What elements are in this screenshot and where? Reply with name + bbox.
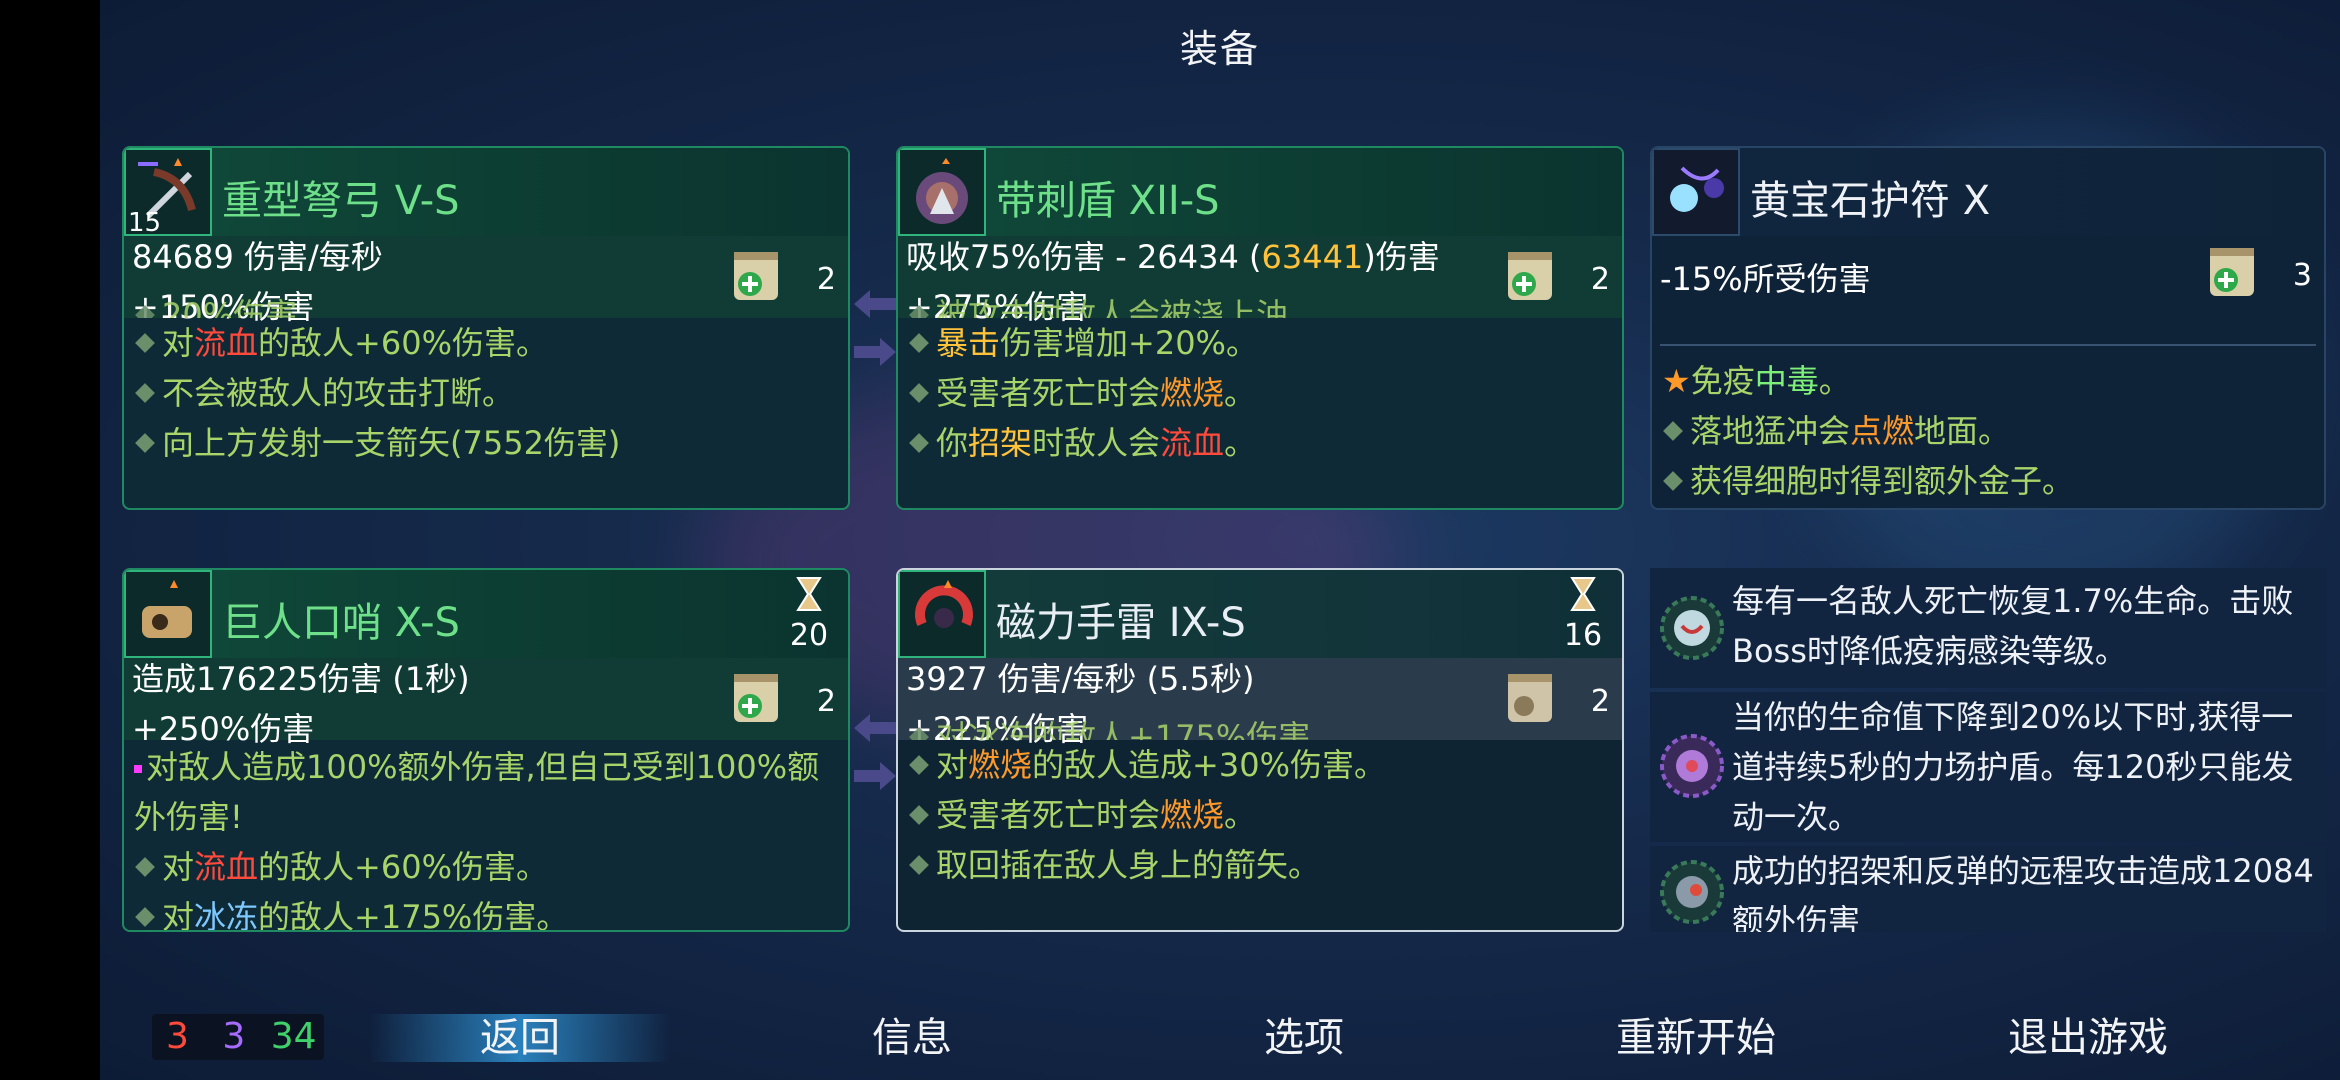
divider <box>1660 344 2316 346</box>
item-name: 巨人口哨 X-S <box>222 600 460 646</box>
bottom-bar: 3 3 34 返回 信息 选项 重新开始 退出游戏 <box>100 1000 2340 1080</box>
options-button[interactable]: 选项 <box>1154 1014 1454 1062</box>
effect-line: 取回插在敌人身上的箭矢。 <box>908 840 1618 890</box>
item-name: 黄宝石护符 X <box>1750 178 1991 224</box>
item-name: 磁力手雷 IX-S <box>996 600 1246 646</box>
brutality-count: 3 <box>166 1016 189 1057</box>
back-button[interactable]: 返回 <box>370 1014 670 1062</box>
scroll-of-power-icon <box>734 674 778 722</box>
item-name: 重型弩弓 V-S <box>222 178 460 224</box>
item-armor-stat: -15%所受伤害 <box>1660 260 1871 298</box>
mutation-counterattack-icon <box>1660 860 1724 924</box>
item-block-stat: 吸收75%伤害 - 26434 (63441)伤害 <box>906 238 1440 276</box>
cooldown: 16 <box>1558 576 1608 653</box>
effect-line: 暴击伤害增加+20%。 <box>908 318 1618 368</box>
effect-line-partial: 20%伤害 <box>134 290 844 318</box>
mutation-row[interactable]: 当你的生命值下降到20%以下时,获得一道持续5秒的力场护盾。每120秒只能发动一… <box>1650 692 2326 842</box>
effect-line: 你招架时敌人会流血。 <box>908 418 1618 468</box>
cooldown: 20 <box>784 576 834 653</box>
stat-counts: 3 3 34 <box>152 1014 324 1060</box>
swap-right-arrow-icon[interactable] <box>852 336 898 368</box>
item-damage: 造成176225伤害 (1秒) <box>132 660 470 698</box>
skill-slot-1[interactable]: 巨人口哨 X-S 20 造成176225伤害 (1秒) +250%伤害 2 对敌… <box>122 568 850 932</box>
equipment-screen: 装备 15 重型弩弓 V-S 84689 伤害/每秒 +150%伤害 2 20%… <box>100 0 2340 1080</box>
effects-list: 对敌人造成100%额外伤害,但自己受到100%额外伤害! 对流血的敌人+60%伤… <box>134 742 844 930</box>
effects-list: 对冰冻的敌人+175%伤害。 对燃烧的敌人造成+30%伤害。 受害者死亡时会燃烧… <box>908 718 1618 890</box>
swap-left-arrow-icon[interactable] <box>852 712 898 744</box>
page-title: 装备 <box>1179 27 1260 71</box>
quit-game-button[interactable]: 退出游戏 <box>1938 1014 2238 1062</box>
magnetic-grenade-icon <box>898 570 986 658</box>
effects-list: 被攻击时敌人会被浇上油。 暴击伤害增加+20%。 受害者死亡时会燃烧。 你招架时… <box>908 296 1618 468</box>
item-name: 带刺盾 XII-S <box>996 178 1220 224</box>
effect-line-legendary: ★免疫中毒。 <box>1662 362 1851 400</box>
effect-line: 获得细胞时得到额外金子。 <box>1662 456 2324 506</box>
swap-left-arrow-icon[interactable] <box>852 288 898 320</box>
skill-slot-2[interactable]: 磁力手雷 IX-S 16 3927 伤害/每秒 (5.5秒) +225%伤害 2… <box>896 568 1624 932</box>
swap-right-arrow-icon[interactable] <box>852 760 898 792</box>
restart-button[interactable]: 重新开始 <box>1546 1014 1846 1062</box>
effect-line: 对燃烧的敌人造成+30%伤害。 <box>908 740 1618 790</box>
effect-line: 不会被敌人的攻击打断。 <box>134 368 844 418</box>
amulet-icon <box>1652 148 1740 236</box>
scroll-of-power-icon <box>2210 248 2254 296</box>
effects-list: ★免疫中毒。 落地猛冲会点燃地面。 获得细胞时得到额外金子。 <box>1662 356 2324 506</box>
hourglass-icon <box>796 577 822 611</box>
mutation-vengeance-icon <box>1660 596 1724 660</box>
survival-count: 34 <box>270 1016 317 1057</box>
weapon-slot-2[interactable]: 带刺盾 XII-S 吸收75%伤害 - 26434 (63441)伤害 +275… <box>896 146 1624 510</box>
effect-line: 受害者死亡时会燃烧。 <box>908 790 1618 840</box>
weapon-slot-1[interactable]: 15 重型弩弓 V-S 84689 伤害/每秒 +150%伤害 2 20%伤害 … <box>122 146 850 510</box>
whistle-icon <box>124 570 212 658</box>
mutation-shield-icon <box>1660 734 1724 798</box>
star-icon: ★ <box>1662 362 1691 400</box>
tactics-count: 3 <box>222 1016 246 1057</box>
effect-line: 对冰冻的敌人+175%伤害。 <box>134 892 844 930</box>
effect-line: 受害者死亡时会燃烧。 <box>908 368 1618 418</box>
scroll-count: 2 <box>726 666 836 736</box>
effect-line-curse: 对敌人造成100%额外伤害,但自己受到100%额外伤害! <box>134 748 820 836</box>
scroll-count: 3 <box>2202 240 2312 310</box>
effects-list: 20%伤害 对流血的敌人+60%伤害。 不会被敌人的攻击打断。 向上方发射一支箭… <box>134 296 844 468</box>
effect-line: 落地猛冲会点燃地面。 <box>1662 406 2324 456</box>
mutation-row[interactable]: 成功的招架和反弹的远程攻击造成12084额外伤害 <box>1650 846 2326 932</box>
spiked-shield-icon <box>898 148 986 236</box>
info-button[interactable]: 信息 <box>762 1014 1062 1062</box>
hourglass-icon <box>1570 577 1596 611</box>
effect-line-partial: 被攻击时敌人会被浇上油。 <box>908 290 1618 318</box>
effect-line-partial: 对冰冻的敌人+175%伤害。 <box>908 712 1618 740</box>
amulet-slot[interactable]: 黄宝石护符 X -15%所受伤害 3 ★免疫中毒。 落地猛冲会点燃地面。 获得细… <box>1650 146 2326 510</box>
item-dps: 84689 伤害/每秒 <box>132 238 383 276</box>
mutations-panel: 每有一名敌人死亡恢复1.7%生命。击败Boss时降低疫病感染等级。 当你的生命值… <box>1650 568 2326 932</box>
effect-line: 对流血的敌人+60%伤害。 <box>134 842 844 892</box>
effect-line: 对流血的敌人+60%伤害。 <box>134 318 844 368</box>
mutation-row[interactable]: 每有一名敌人死亡恢复1.7%生命。击败Boss时降低疫病感染等级。 <box>1650 568 2326 688</box>
item-dps: 3927 伤害/每秒 (5.5秒) <box>906 660 1255 698</box>
effect-line: 向上方发射一支箭矢(7552伤害) <box>134 418 844 468</box>
crossbow-icon: 15 <box>124 148 212 238</box>
